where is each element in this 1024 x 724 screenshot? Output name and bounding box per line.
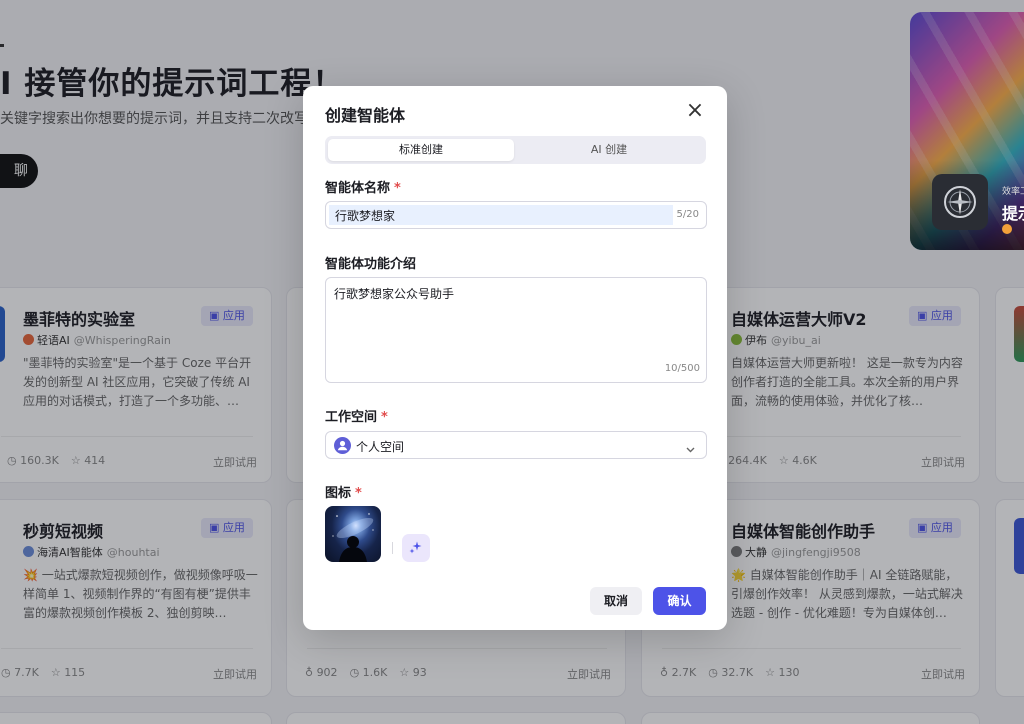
workspace-select[interactable]: 个人空间 [325, 431, 707, 459]
name-input[interactable] [329, 205, 673, 225]
description-field[interactable]: 行歌梦想家公众号助手 10/500 [325, 277, 707, 383]
close-icon: × [685, 98, 705, 123]
name-field[interactable]: 5/20 [325, 201, 707, 229]
cancel-button[interactable]: 取消 [590, 587, 642, 615]
avatar-divider [392, 542, 393, 554]
creation-mode-tabs: 标准创建 AI 创建 [325, 136, 706, 164]
workspace-label: 工作空间 * [325, 410, 388, 425]
create-agent-dialog: 创建智能体 × 标准创建 AI 创建 智能体名称* 5/20 智能体功能介绍 行… [303, 86, 727, 630]
description-label: 智能体功能介绍 [325, 257, 417, 272]
compass-icon [932, 174, 988, 230]
description-char-counter: 10/500 [664, 363, 700, 374]
tab-ai-create[interactable]: AI 创建 [515, 139, 703, 161]
banner-author-avatar [1002, 224, 1012, 234]
sparkle-icon [409, 539, 423, 558]
banner-tag: 效率工 [1002, 187, 1024, 197]
confirm-button[interactable]: 确认 [653, 587, 706, 615]
description-input[interactable]: 行歌梦想家公众号助手 [334, 285, 700, 355]
name-label: 智能体名称 * [325, 181, 401, 196]
dialog-title: 创建智能体 [325, 106, 406, 125]
workspace-selected-value: 个人空间 [356, 440, 405, 454]
tab-standard-create[interactable]: 标准创建 [328, 139, 514, 161]
chevron-down-icon [685, 440, 696, 459]
icon-label: 图标 * [325, 486, 362, 501]
ai-generate-icon-button[interactable] [402, 534, 430, 562]
name-char-counter: 5/20 [676, 209, 699, 220]
required-mark: * [394, 181, 401, 196]
close-button[interactable]: × [683, 100, 707, 124]
banner-title: 提示 [1002, 204, 1024, 223]
agent-avatar-image[interactable] [325, 506, 381, 562]
required-mark: * [381, 410, 388, 425]
required-mark: * [355, 486, 362, 501]
user-icon [334, 437, 351, 454]
